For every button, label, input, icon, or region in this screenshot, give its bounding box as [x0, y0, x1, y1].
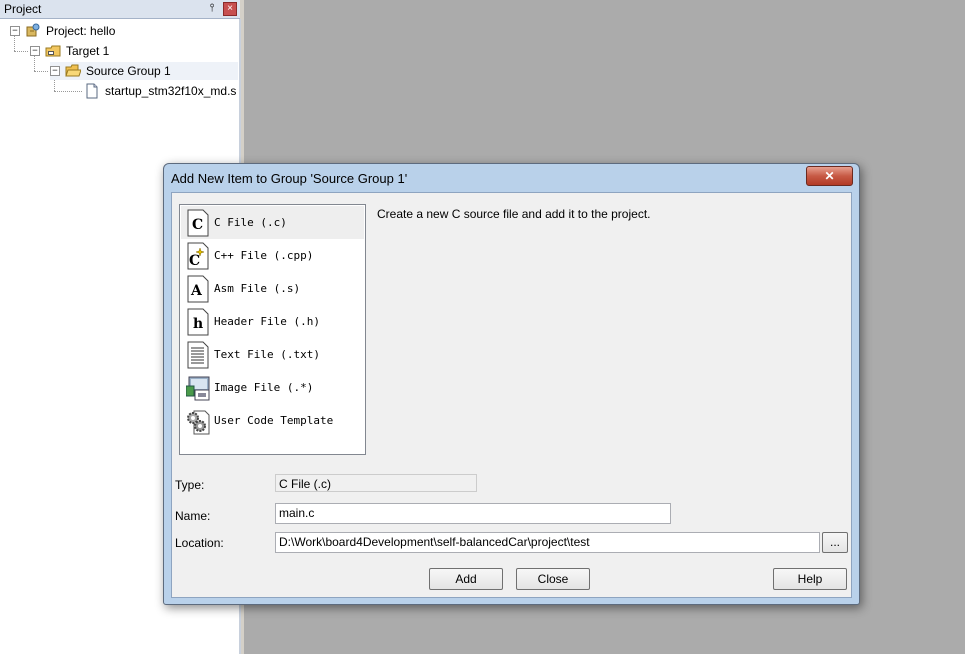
tree-node-source-group[interactable]: − Source Group 1 — [50, 62, 238, 80]
collapse-icon[interactable]: − — [50, 66, 60, 76]
icon-letter: C — [189, 253, 200, 269]
location-input[interactable]: D:\Work\board4Development\self-balancedC… — [275, 532, 820, 553]
dialog-body: C C File (.c) C C++ File (.cpp) A Asm Fi… — [171, 192, 852, 598]
add-new-item-dialog: Add New Item to Group 'Source Group 1' ✕… — [163, 163, 860, 605]
list-item-header-file[interactable]: h Header File (.h) — [181, 305, 364, 338]
text-file-icon — [186, 341, 210, 369]
tree-node-project[interactable]: − Project: hello — [10, 22, 115, 40]
icon-letter: h — [193, 316, 203, 332]
pin-icon[interactable]: ⫯ — [206, 2, 218, 15]
asm-file-icon: A — [186, 275, 210, 303]
item-description: Create a new C source file and add it to… — [377, 207, 651, 221]
list-item-label: Image File (.*) — [214, 381, 314, 394]
name-input[interactable]: main.c — [275, 503, 671, 524]
tree-node-target[interactable]: − Target 1 — [30, 42, 109, 60]
project-panel-title: Project — [4, 2, 42, 16]
tree-label-target: Target 1 — [66, 44, 110, 58]
list-item-label: Text File (.txt) — [214, 348, 320, 361]
list-item-label: C File (.c) — [214, 216, 287, 229]
tree-label-project: Project: hello — [46, 24, 116, 38]
target-icon — [45, 43, 61, 59]
list-item-cpp-file[interactable]: C C++ File (.cpp) — [181, 239, 364, 272]
icon-letter: A — [190, 283, 203, 299]
browse-button[interactable]: ... — [822, 532, 848, 553]
cpp-file-icon: C — [186, 242, 210, 270]
dialog-title: Add New Item to Group 'Source Group 1' — [171, 171, 408, 186]
type-field: C File (.c) — [275, 474, 477, 492]
tree-label-file: startup_stm32f10x_md.s — [105, 84, 237, 98]
add-button[interactable]: Add — [429, 568, 503, 590]
type-label: Type: — [175, 478, 205, 492]
list-item-label: Header File (.h) — [214, 315, 320, 328]
tree-node-file[interactable]: startup_stm32f10x_md.s — [84, 82, 236, 100]
tree-label-source-group: Source Group 1 — [86, 64, 171, 78]
location-label: Location: — [175, 536, 224, 550]
close-icon[interactable]: × — [223, 2, 237, 16]
list-item-asm-file[interactable]: A Asm File (.s) — [181, 272, 364, 305]
list-item-label: Asm File (.s) — [214, 282, 301, 295]
help-button[interactable]: Help — [773, 568, 847, 590]
project-panel-titlebar: Project ⫯ × — [0, 0, 240, 19]
icon-letter: C — [192, 217, 203, 233]
project-icon — [25, 23, 41, 39]
dialog-close-button[interactable]: ✕ — [806, 166, 853, 186]
collapse-icon[interactable]: − — [30, 46, 40, 56]
file-icon — [84, 83, 100, 99]
gear-icon — [186, 407, 210, 435]
list-item-label: C++ File (.cpp) — [214, 249, 314, 262]
list-item-user-code-template[interactable]: User Code Template — [181, 404, 364, 437]
collapse-icon[interactable]: − — [10, 26, 20, 36]
item-type-list[interactable]: C C File (.c) C C++ File (.cpp) A Asm Fi… — [179, 204, 366, 455]
folder-icon — [65, 63, 82, 79]
c-file-icon: C — [186, 209, 210, 237]
list-item-image-file[interactable]: Image File (.*) — [181, 371, 364, 404]
image-file-icon — [185, 374, 210, 402]
close-button[interactable]: Close — [516, 568, 590, 590]
name-label: Name: — [175, 509, 211, 523]
list-item-text-file[interactable]: Text File (.txt) — [181, 338, 364, 371]
list-item-label: User Code Template — [214, 414, 334, 427]
header-file-icon: h — [186, 308, 210, 336]
list-item-c-file[interactable]: C C File (.c) — [181, 206, 364, 239]
